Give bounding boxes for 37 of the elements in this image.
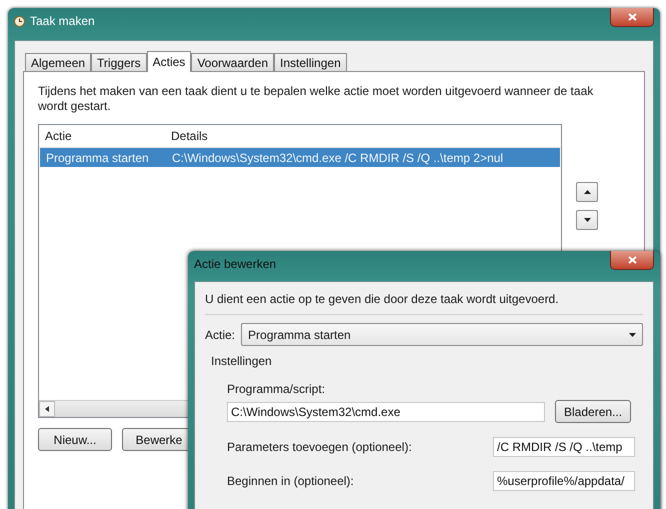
window-title: Taak maken (30, 14, 95, 28)
close-button[interactable] (610, 251, 654, 270)
tab[interactable]: Voorwaarden (191, 53, 274, 71)
action-label: Actie: (205, 328, 236, 342)
tab[interactable]: Triggers (91, 53, 147, 71)
move-up-button[interactable] (576, 182, 598, 202)
close-button[interactable] (610, 8, 654, 27)
caret-icon (629, 332, 636, 336)
field-label: Parameters toevoegen (optioneel): (227, 440, 412, 454)
instruction-text: U dient een actie op te geven die door deze taak wordt uitgevoerd. (205, 292, 560, 306)
scroll-left-button[interactable] (39, 401, 55, 417)
column-header[interactable]: Details (165, 129, 561, 143)
field-label: Beginnen in (optioneel): (227, 474, 354, 488)
input-field[interactable]: /C RMDIR /S /Q ..\temp (493, 437, 635, 457)
input-field[interactable]: C:\Windows\System32\cmd.exe (227, 402, 545, 422)
browse-button[interactable]: Bladeren... (555, 400, 632, 423)
caret-icon (584, 218, 590, 222)
description-text: Tijdens het maken van een taak dient u te bepalen welke actie moet worden uitgevoerd wanneer de taak wordt gestart. (38, 84, 594, 114)
input-field[interactable]: %userprofile%/appdata/ (493, 471, 635, 491)
tab[interactable]: Instellingen (274, 53, 347, 71)
column-header[interactable]: Actie (39, 129, 165, 143)
tab[interactable]: Acties (146, 51, 192, 72)
clock-icon (14, 16, 25, 26)
action-button[interactable]: Nieuw... (38, 428, 112, 451)
move-down-button[interactable] (576, 210, 598, 230)
close-icon (628, 13, 636, 21)
settings-label: Instellingen (211, 354, 273, 368)
close-icon (628, 256, 636, 264)
action-dropdown[interactable]: Programma starten (241, 323, 643, 346)
tab[interactable]: Algemeen (25, 53, 92, 71)
field-label: Programma/script: (227, 382, 326, 396)
list-row[interactable]: Programma starten C:\Windows\System32\cmd.exe /C RMDIR /S /Q ..\temp 2>nul (40, 148, 560, 167)
table-cell-text: Programma starten (45, 150, 150, 164)
left-arrow-icon (45, 406, 49, 412)
table-cell-text: C:\Windows\System32\cmd.exe /C RMDIR /S /Q ..\temp 2>nul (171, 150, 504, 164)
dialog-title: Actie bewerken (194, 257, 276, 271)
up-arrow-icon (584, 190, 590, 194)
